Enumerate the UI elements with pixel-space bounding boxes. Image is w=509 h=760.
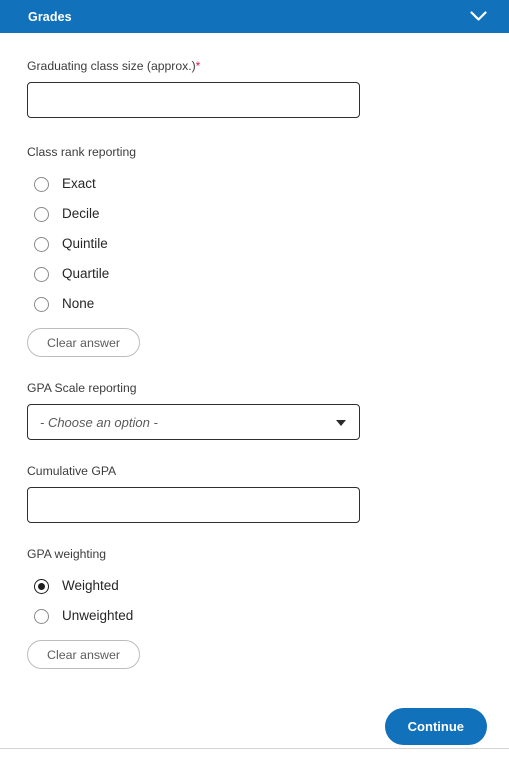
radio-label: Weighted [62,578,119,594]
radio-option-quintile[interactable]: Quintile [27,229,482,259]
radio-option-none[interactable]: None [27,289,482,319]
radio-label: Unweighted [62,608,134,624]
radio-label: Decile [62,206,100,222]
gpa-weighting-radio-group: Weighted Unweighted [27,571,482,631]
gpa-weighting-label: GPA weighting [27,547,107,561]
cumulative-gpa-input[interactable] [27,487,360,523]
clear-answer-button-class-rank[interactable]: Clear answer [27,328,140,357]
field-cumulative-gpa: Cumulative GPA [27,463,482,523]
field-gpa-scale-reporting: GPA Scale reporting - Choose an option - [27,380,482,440]
grades-form: Graduating class size (approx.)* Class r… [0,58,509,669]
radio-icon[interactable] [34,266,49,282]
radio-icon[interactable] [34,608,49,624]
gpa-scale-selected-value: - Choose an option - [40,414,158,430]
class-size-input[interactable] [27,82,360,118]
class-rank-radio-group: Exact Decile Quintile Quartile None [27,169,482,319]
field-graduating-class-size: Graduating class size (approx.)* [27,58,482,118]
radio-icon[interactable] [34,176,49,192]
radio-option-weighted[interactable]: Weighted [27,571,482,601]
chevron-down-icon[interactable] [465,4,491,30]
footer-divider [0,748,509,749]
gpa-scale-select-box[interactable]: - Choose an option - [27,404,360,440]
radio-icon[interactable] [34,236,49,252]
radio-option-decile[interactable]: Decile [27,199,482,229]
radio-label: Exact [62,176,96,192]
gpa-scale-label: GPA Scale reporting [27,381,137,395]
radio-icon-selected[interactable] [34,578,49,594]
cumulative-gpa-label: Cumulative GPA [27,464,117,478]
radio-label: Quintile [62,236,108,252]
class-size-label-text: Graduating class size (approx.) [27,59,196,73]
radio-option-unweighted[interactable]: Unweighted [27,601,482,631]
class-rank-label: Class rank reporting [27,145,137,159]
form-footer: Continue [0,700,509,760]
required-indicator: * [195,59,201,73]
class-size-label: Graduating class size (approx.)* [27,58,482,74]
radio-option-exact[interactable]: Exact [27,169,482,199]
radio-label: Quartile [62,266,110,282]
radio-option-quartile[interactable]: Quartile [27,259,482,289]
clear-answer-button-gpa-weighting[interactable]: Clear answer [27,640,140,669]
radio-icon[interactable] [34,296,49,312]
section-title: Grades [28,9,72,24]
radio-icon[interactable] [34,206,49,222]
section-header[interactable]: Grades [0,0,509,33]
field-class-rank-reporting: Class rank reporting Exact Decile Quinti… [27,144,482,357]
radio-label: None [62,296,95,312]
continue-button[interactable]: Continue [384,708,487,745]
gpa-scale-select[interactable]: - Choose an option - [27,404,360,440]
field-gpa-weighting: GPA weighting Weighted Unweighted Clear … [27,546,482,669]
